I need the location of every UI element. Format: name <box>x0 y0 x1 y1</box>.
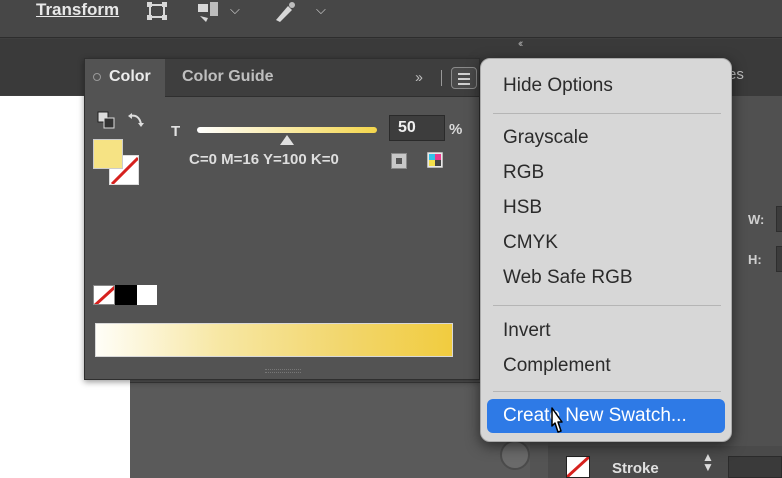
tab-collapse-icon[interactable] <box>93 73 101 81</box>
header-divider <box>441 70 442 86</box>
expand-panel-icon[interactable]: ›› <box>415 69 423 86</box>
out-of-gamut-icon[interactable] <box>391 153 407 169</box>
height-field[interactable] <box>776 246 782 272</box>
stroke-weight-field[interactable] <box>728 456 782 478</box>
none-slash-icon <box>565 455 591 478</box>
collapse-dock-icon[interactable]: ‹‹ <box>518 38 524 50</box>
recolor-chevron-down-icon[interactable]: ⌵ <box>316 2 326 18</box>
align-icon[interactable] <box>196 0 222 24</box>
menu-separator <box>493 305 721 306</box>
transform-link[interactable]: Transform <box>36 0 119 20</box>
panel-resize-grip[interactable] <box>265 369 301 373</box>
align-chevron-down-icon[interactable]: ⌵ <box>230 2 240 18</box>
default-fill-stroke-icon[interactable] <box>97 111 115 129</box>
menu-item-grayscale[interactable]: Grayscale <box>503 127 589 149</box>
color-panel-header: Color Color Guide ›› <box>85 59 479 97</box>
tab-color[interactable]: Color <box>85 59 165 97</box>
cmyk-readout: C=0 M=16 Y=100 K=0 <box>189 151 339 168</box>
web-safe-warning-icon[interactable] <box>427 152 443 168</box>
white-swatch[interactable] <box>137 285 157 305</box>
width-label: W: <box>748 212 765 227</box>
lower-dock-panel <box>130 382 530 478</box>
menu-item-create-new-swatch-label: Create New Swatch... <box>503 405 687 426</box>
tint-value-field[interactable]: 50 <box>389 115 445 141</box>
recolor-icon[interactable] <box>272 0 298 24</box>
tab-color-guide[interactable]: Color Guide <box>182 68 274 86</box>
menu-item-complement[interactable]: Complement <box>503 355 611 377</box>
color-spectrum[interactable] <box>95 323 453 357</box>
none-slash-icon <box>94 286 114 304</box>
tint-slider-handle[interactable] <box>280 135 294 145</box>
menu-separator <box>493 391 721 392</box>
menu-item-hsb[interactable]: HSB <box>503 197 542 219</box>
stroke-stepper-icon[interactable]: ▲ ▼ <box>702 451 714 473</box>
transform-bounds-icon[interactable] <box>144 0 170 24</box>
tab-color-label: Color <box>109 68 151 85</box>
menu-separator <box>493 113 721 114</box>
tint-unit: % <box>449 121 463 138</box>
round-option-button[interactable] <box>500 440 530 470</box>
color-panel-flyout-menu: Hide Options Grayscale RGB HSB CMYK Web … <box>480 58 732 442</box>
tint-label: T <box>171 123 181 140</box>
swap-fill-stroke-icon[interactable] <box>127 111 145 129</box>
menu-item-cmyk[interactable]: CMYK <box>503 232 558 254</box>
stroke-label[interactable]: Stroke <box>612 460 659 477</box>
color-panel: Color Color Guide ›› T 50 % C=0 M=16 Y=1… <box>84 58 480 380</box>
none-color-swatch[interactable] <box>93 285 115 305</box>
panel-menu-button[interactable] <box>451 67 477 89</box>
stroke-swatch[interactable] <box>565 455 591 478</box>
mouse-pointer-icon <box>551 407 563 433</box>
menu-item-invert[interactable]: Invert <box>503 320 551 342</box>
tint-slider[interactable] <box>197 127 377 133</box>
menu-item-create-new-swatch[interactable]: Create New Swatch... <box>487 399 725 433</box>
control-bar: Transform ⌵ ⌵ <box>0 0 782 38</box>
height-label: H: <box>748 252 762 267</box>
menu-item-hide-options[interactable]: Hide Options <box>503 75 613 97</box>
menu-item-rgb[interactable]: RGB <box>503 162 544 184</box>
fill-swatch[interactable] <box>93 139 123 169</box>
menu-item-web-safe-rgb[interactable]: Web Safe RGB <box>503 267 633 289</box>
black-swatch[interactable] <box>115 285 137 305</box>
width-field[interactable] <box>776 206 782 232</box>
